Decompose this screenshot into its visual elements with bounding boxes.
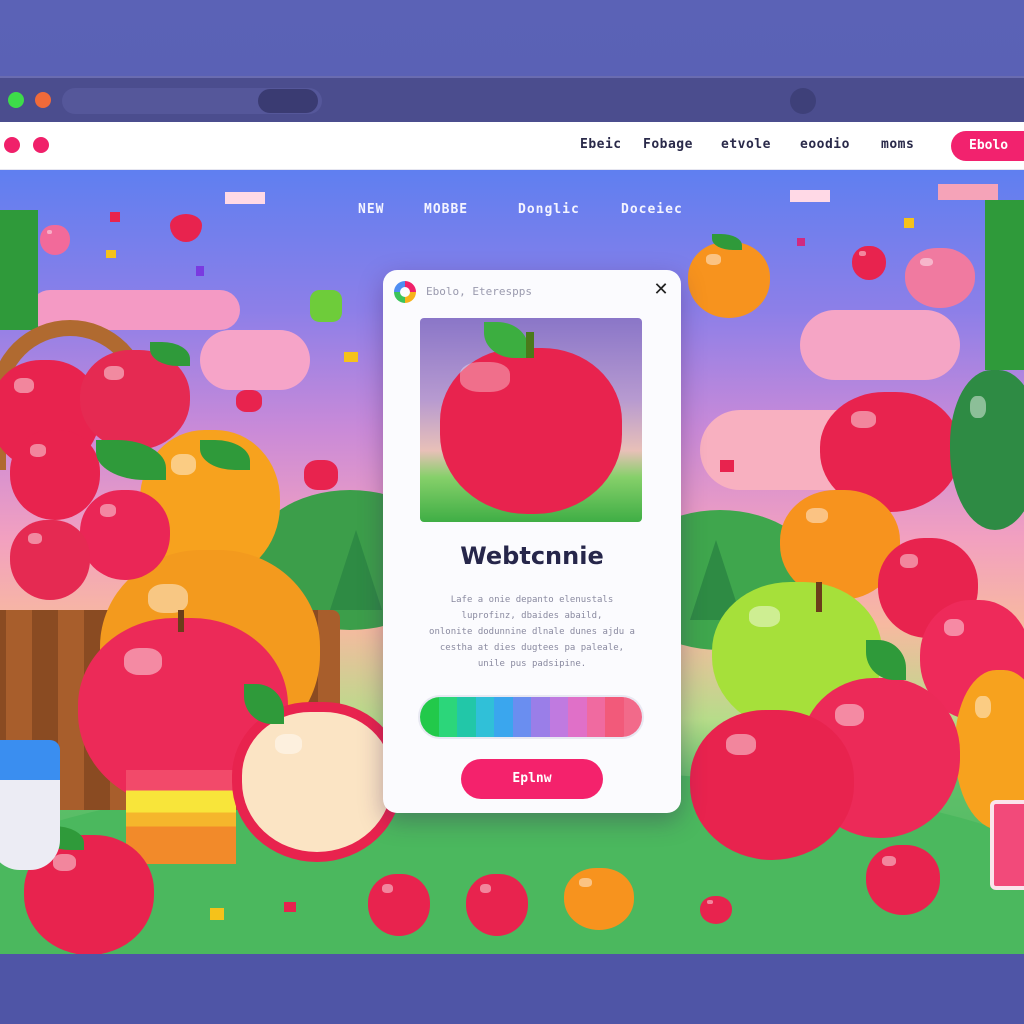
- apple-illustration: [368, 874, 430, 936]
- modal-small-title: Ebolo, Eterespps: [426, 285, 532, 298]
- site-header: Ebeic Fobage etvole eoodio moms Ebolo: [0, 122, 1024, 170]
- cloud-illustration: [225, 192, 265, 204]
- sparkle-icon: [904, 218, 914, 228]
- browser-chrome: [0, 76, 1024, 122]
- modal-body-text: Lafe a onie depanto elenustals luprofinz…: [423, 592, 641, 672]
- sparkle-icon: [284, 902, 296, 912]
- nav-link-5[interactable]: moms: [881, 137, 914, 152]
- flower-illustration: [40, 225, 70, 255]
- nav-link-3[interactable]: etvole: [721, 137, 771, 152]
- sparkle-icon: [720, 460, 734, 472]
- sub-nav-new[interactable]: NEW: [358, 202, 384, 217]
- apple-illustration: [466, 874, 528, 936]
- stem-illustration: [816, 582, 822, 612]
- color-swatch-2[interactable]: [438, 697, 457, 737]
- window-minimize-button[interactable]: [35, 92, 51, 108]
- nav-link-2[interactable]: Fobage: [643, 137, 693, 152]
- sparkle-icon: [106, 250, 116, 258]
- orange-illustration: [564, 868, 634, 930]
- cut-apple-illustration: [232, 702, 402, 862]
- cloud-illustration: [938, 184, 998, 200]
- brand-dot-icon: [33, 137, 49, 153]
- color-swatch-7[interactable]: [531, 697, 550, 737]
- color-swatch-4[interactable]: [475, 697, 494, 737]
- berry-illustration: [700, 896, 732, 924]
- modal-heading: Webtcnnie: [460, 542, 604, 570]
- app-logo-icon: [394, 281, 416, 303]
- color-swatch-10[interactable]: [586, 697, 605, 737]
- bush-illustration: [950, 370, 1024, 530]
- apple-illustration: [10, 430, 100, 520]
- stem-illustration: [526, 332, 534, 358]
- product-modal: Ebolo, Eterespps ✕ Webtcnnie Lafe a onie…: [383, 270, 681, 813]
- profile-icon[interactable]: [790, 88, 816, 114]
- color-swatch-8[interactable]: [549, 697, 568, 737]
- color-palette-picker[interactable]: [418, 695, 644, 739]
- cloud-illustration: [200, 330, 310, 390]
- sub-nav-graphic[interactable]: Donglic: [518, 202, 580, 217]
- body-line: cestha at dies dugtees pa paleale,: [439, 643, 625, 653]
- berry-illustration: [852, 246, 886, 280]
- color-swatch-5[interactable]: [494, 697, 513, 737]
- tab-pill[interactable]: [258, 89, 318, 113]
- tree-illustration: [330, 530, 382, 610]
- color-swatch-12[interactable]: [623, 697, 642, 737]
- header-cta-button[interactable]: Ebolo: [951, 131, 1024, 161]
- cloud-illustration: [790, 190, 830, 202]
- nav-link-1[interactable]: Ebeic: [580, 137, 622, 152]
- jar-illustration: [990, 800, 1024, 890]
- window-bottom-bar: [0, 954, 1024, 1024]
- sub-nav-mobile[interactable]: MOBBE: [424, 202, 468, 217]
- modal-primary-button[interactable]: Eplnw: [461, 759, 603, 799]
- sparkle-icon: [196, 266, 204, 276]
- body-line: Lafe a onie depanto elenustals: [450, 595, 614, 605]
- window-maximize-button[interactable]: [8, 92, 24, 108]
- brand-dot-icon: [4, 137, 20, 153]
- bowl-illustration: [0, 780, 60, 870]
- sparkle-icon: [797, 238, 805, 246]
- stem-illustration: [178, 610, 184, 632]
- orange-illustration: [688, 242, 770, 318]
- sub-nav-device[interactable]: Doceiec: [621, 202, 683, 217]
- berry-icon: [236, 390, 262, 412]
- heart-icon: [170, 214, 202, 242]
- close-icon[interactable]: ✕: [651, 280, 671, 300]
- apple-illustration: [80, 490, 170, 580]
- color-swatch-1[interactable]: [420, 697, 439, 737]
- color-swatch-11[interactable]: [605, 697, 624, 737]
- body-line: unile pus padsipine.: [477, 659, 587, 669]
- flower-illustration: [905, 248, 975, 308]
- sparkle-icon: [110, 212, 120, 222]
- gem-icon: [310, 290, 342, 322]
- color-swatch-6[interactable]: [512, 697, 531, 737]
- plant-illustration: [985, 200, 1024, 370]
- body-line: onlonite dodunnine dlnale dunes ajdu a: [429, 627, 635, 637]
- plant-illustration: [0, 210, 38, 330]
- sparkle-icon: [344, 352, 358, 362]
- nav-link-4[interactable]: eoodio: [800, 137, 850, 152]
- apple-preview-image: [420, 318, 642, 522]
- sparkle-icon: [210, 908, 224, 920]
- color-swatch-3[interactable]: [457, 697, 476, 737]
- cloud-illustration: [800, 310, 960, 380]
- apple-illustration: [10, 520, 90, 600]
- body-line: luprofinz, dbaides abaild,: [461, 611, 603, 621]
- berry-icon: [304, 460, 338, 490]
- color-swatch-9[interactable]: [568, 697, 587, 737]
- cake-illustration: [126, 770, 236, 864]
- apple-illustration: [690, 710, 854, 860]
- apple-highlight: [460, 362, 510, 392]
- apple-illustration: [866, 845, 940, 915]
